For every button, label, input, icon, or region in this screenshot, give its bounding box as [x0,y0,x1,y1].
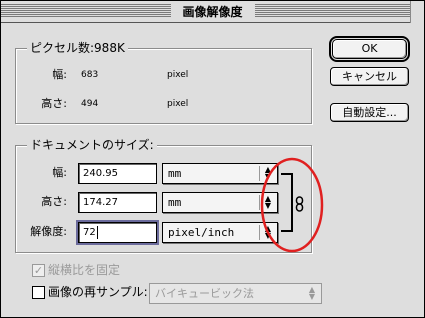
auto-button[interactable]: 自動設定... [330,103,409,122]
resolution-unit: pixel/inch [168,226,235,239]
doc-width-label: 幅: [52,166,67,179]
doc-width-value: 240.95 [83,168,118,179]
pixel-dimensions-label: ピクセル数:988K [27,41,128,55]
cancel-button[interactable]: キャンセル [330,67,409,86]
resolution-field[interactable]: 72 [76,220,159,245]
popup-arrows-icon: ▲ ▼ [308,285,316,301]
ok-button[interactable]: OK [329,36,410,62]
title-bar[interactable]: 画像解像度 [1,1,424,23]
pixel-height-unit: pixel [167,99,189,109]
doc-width-field[interactable]: 240.95 [78,163,157,184]
resample-method: バイキュービック法 [155,287,254,300]
doc-height-label: 高さ: [41,195,67,208]
pixel-width-unit: pixel [167,70,189,80]
dialog-title: 画像解像度 [170,4,255,21]
resolution-value: 72 [83,227,96,238]
pixel-height-label: 高さ: [41,97,67,110]
doc-height-value: 174.27 [83,197,118,208]
pixel-height-value: 494 [81,99,99,109]
text-caret [96,225,98,239]
pixel-dimensions-group [15,48,312,124]
resolution-label: 解像度: [30,225,67,238]
pixel-width-label: 幅: [52,68,67,81]
doc-width-unit: mm [168,167,182,180]
red-circle-annotation [260,157,324,253]
resample-method-popup[interactable]: バイキュービック法 ▲ ▼ [149,283,322,304]
doc-height-unit: mm [168,196,182,209]
document-size-label: ドキュメントのサイズ: [27,138,157,152]
image-size-dialog: 画像解像度 ピクセル数:988K 幅: 683 pixel 高さ: 494 pi… [0,0,425,318]
resample-checkbox[interactable] [32,286,45,299]
pixel-width-value: 683 [81,70,99,80]
doc-height-field[interactable]: 174.27 [78,192,157,213]
window-corner [410,1,424,23]
constrain-proportions-checkbox[interactable]: ✓ [32,264,45,277]
resample-label: 画像の再サンプル: [48,285,148,299]
constrain-proportions-label: 縦横比を固定 [48,263,121,277]
